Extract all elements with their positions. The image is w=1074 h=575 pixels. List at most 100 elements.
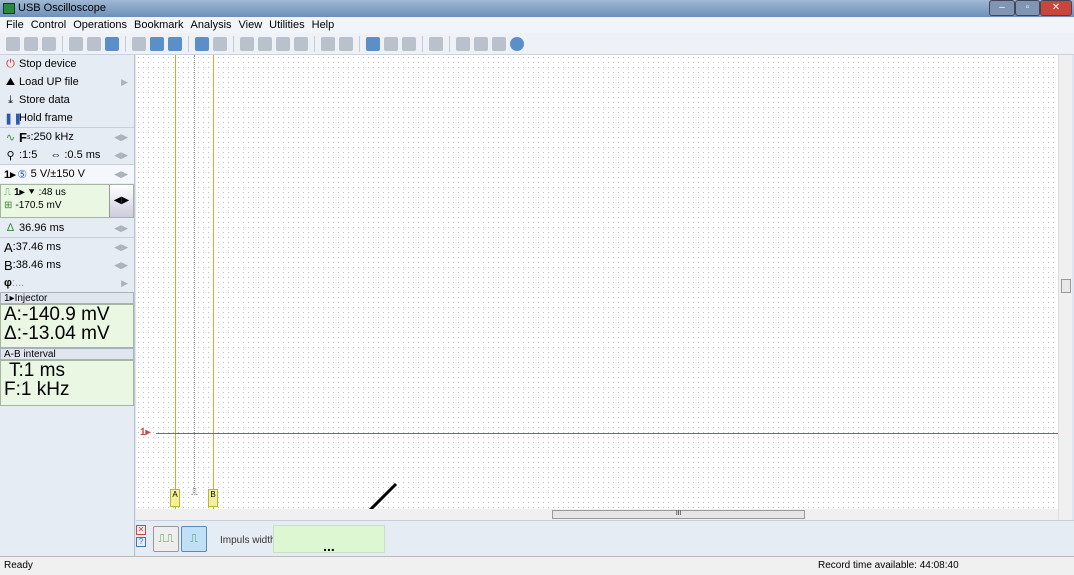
- status-bar: Ready Record time available: 44:08:40: [0, 556, 1074, 575]
- copy-icon[interactable]: [69, 36, 83, 51]
- injector-a: A:-140.9 mV: [4, 304, 110, 325]
- cursor-b-line[interactable]: [213, 55, 214, 509]
- cursor-a-item[interactable]: A:37.46 ms ◀▶: [0, 238, 134, 256]
- injector-box: A:-140.9 mV Δ:-13.04 mV: [0, 304, 134, 348]
- plot-area[interactable]: 1▸ A B ⎍: [136, 55, 1058, 537]
- menu-utilities[interactable]: Utilities: [267, 17, 309, 33]
- channel-marker[interactable]: 1▸: [140, 427, 151, 438]
- channel-icon[interactable]: [150, 36, 164, 51]
- page-icon[interactable]: [294, 36, 308, 51]
- maximize-button[interactable]: ▫: [1015, 0, 1040, 16]
- cursor-b-item[interactable]: B:38.46 ms ◀▶: [0, 256, 134, 274]
- phi-value: :...: [11, 277, 25, 289]
- cursor-a-handle[interactable]: A: [170, 489, 180, 507]
- toolbar: [0, 33, 1074, 55]
- help-panel-icon[interactable]: ?: [136, 537, 146, 547]
- delta-time-item[interactable]: ∆ 36.96 ms ◀▶: [0, 219, 134, 237]
- b-label: B: [4, 257, 13, 273]
- export-icon[interactable]: [339, 36, 353, 51]
- trigger-box[interactable]: ⎍ 1▸ ⯆:48 us ⊞ -170.5 mV ◀▶: [0, 184, 134, 218]
- axis-icon[interactable]: [132, 36, 146, 51]
- trigger-pulse-icon: ⎍: [191, 487, 198, 498]
- sample-rate-item[interactable]: ∿ Fs:250 kHz ◀▶: [0, 128, 134, 146]
- ab-box: T:1 ms F:1 kHz: [0, 360, 134, 406]
- horizontal-scrollbar[interactable]: III: [136, 509, 1058, 520]
- sine-icon: ∿: [5, 131, 16, 144]
- trigger-channel: 1▸: [14, 187, 25, 198]
- store-icon: ⤓: [8, 93, 13, 106]
- app-icon: [3, 3, 15, 14]
- stop-device-item[interactable]: ⏻ Stop device: [0, 55, 134, 73]
- label: Store data: [19, 94, 70, 106]
- status-text: Ready: [4, 560, 33, 571]
- record-icon[interactable]: [402, 36, 416, 51]
- timebase-icon: ⇔: [50, 149, 62, 161]
- menu-analysis[interactable]: Analysis: [189, 17, 237, 33]
- menu-operations[interactable]: Operations: [71, 17, 132, 33]
- channel-range-item[interactable]: 1▸ ⑤ 5 V/±150 V ◀▶: [0, 165, 134, 183]
- menu-help[interactable]: Help: [310, 17, 340, 33]
- pulse-mode-button[interactable]: ⎍⎍: [153, 526, 179, 552]
- hold-frame-item[interactable]: ❚❚ Hold frame: [0, 109, 134, 127]
- save-icon[interactable]: [24, 36, 38, 51]
- minimize-button[interactable]: –: [989, 0, 1015, 16]
- ab-period: T:1 ms: [9, 360, 65, 381]
- power-icon: ⏻: [6, 57, 15, 70]
- delta-time: 36.96 ms: [19, 222, 65, 234]
- ab-frequency: F:1 kHz: [4, 379, 70, 400]
- folder-icon[interactable]: [366, 36, 380, 51]
- label: Load UP file: [19, 76, 79, 88]
- b-value: :38.46 ms: [12, 259, 61, 271]
- zoom-value: :1:5: [19, 149, 38, 161]
- menu-bar: File Control Operations Bookmark Analysi…: [0, 17, 1074, 33]
- frame-icon[interactable]: [321, 36, 335, 51]
- edge-icon: ⎍: [4, 187, 11, 198]
- delete-icon[interactable]: [492, 36, 506, 51]
- paste-icon[interactable]: [87, 36, 101, 51]
- check-up-icon[interactable]: [276, 36, 290, 51]
- ab-header: A-B interval: [0, 348, 134, 360]
- title-bar: USB Oscilloscope: [0, 0, 1074, 17]
- check-icon[interactable]: [240, 36, 254, 51]
- close-button[interactable]: ✕: [1040, 0, 1072, 16]
- zoom-timebase-item[interactable]: ⚲:1:5 ⇔:0.5 ms ◀▶: [0, 146, 134, 164]
- magnifier-icon: ⚲: [6, 149, 15, 162]
- range-value: 5 V/±150 V: [30, 168, 85, 180]
- single-pulse-button[interactable]: ⎍: [181, 526, 207, 552]
- trigger-time: :48 us: [38, 187, 66, 198]
- open-icon[interactable]: [6, 36, 20, 51]
- impulse-width-value: ...: [273, 525, 385, 554]
- menu-control[interactable]: Control: [29, 17, 71, 33]
- check-down-icon[interactable]: [258, 36, 272, 51]
- menu-file[interactable]: File: [4, 17, 29, 33]
- close-panel-icon[interactable]: ✕: [136, 525, 146, 535]
- store-data-item[interactable]: ⤓ Store data: [0, 91, 134, 109]
- cursor-a-line[interactable]: [175, 55, 176, 509]
- menu-view[interactable]: View: [237, 17, 268, 33]
- vscroll-thumb[interactable]: [1061, 279, 1071, 293]
- help-icon[interactable]: [510, 36, 524, 51]
- menu-bookmark[interactable]: Bookmark: [132, 17, 189, 33]
- marker-icon[interactable]: [213, 36, 227, 51]
- range-icon: ⑤: [17, 168, 28, 181]
- display-icon[interactable]: [195, 36, 209, 51]
- phi-label: φ: [4, 277, 12, 289]
- injector-header: 1▸Injector: [0, 292, 134, 304]
- window-icon[interactable]: [456, 36, 470, 51]
- load-icon: ⛰: [5, 75, 16, 88]
- bar-icon[interactable]: [429, 36, 443, 51]
- level-icon: ⊞: [4, 200, 13, 211]
- trigger-mode-button[interactable]: ◀▶: [109, 185, 133, 217]
- play-icon[interactable]: [384, 36, 398, 51]
- tools-icon[interactable]: [105, 36, 119, 51]
- vertical-scrollbar[interactable]: [1058, 55, 1072, 520]
- a-label: A: [4, 239, 13, 255]
- doc-icon[interactable]: [474, 36, 488, 51]
- hscroll-thumb[interactable]: III: [552, 510, 805, 519]
- wave-icon[interactable]: [168, 36, 182, 51]
- load-up-file-item[interactable]: ⛰ Load UP file ▶: [0, 73, 134, 91]
- phase-item[interactable]: φ:... ▶: [0, 274, 134, 292]
- cursor-b-handle[interactable]: B: [208, 489, 218, 507]
- delta-icon: ∆: [7, 222, 14, 234]
- print-icon[interactable]: [42, 36, 56, 51]
